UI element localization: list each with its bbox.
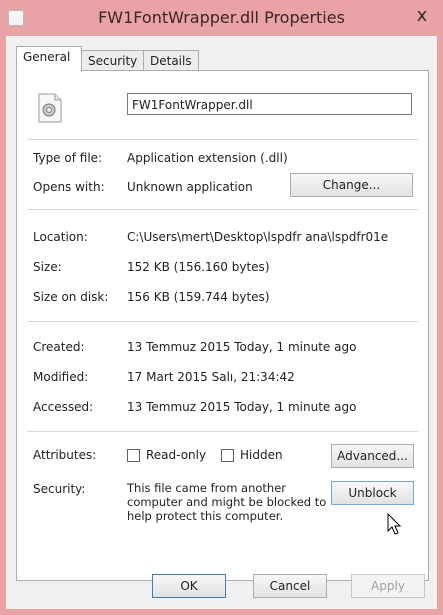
general-panel: FW1FontWrapper.dll Type of file: Applica… (16, 70, 429, 581)
dialog-frame: General Security Details FW1FontWrapper.… (6, 36, 437, 609)
modified-label: Modified: (33, 370, 89, 384)
separator (27, 321, 418, 322)
accessed-value: 13 Temmuz 2015 Today, 1 minute ago (127, 400, 357, 414)
change-button[interactable]: Change... (290, 173, 413, 197)
ok-button[interactable]: OK (152, 574, 226, 598)
readonly-label[interactable]: Read-only (146, 448, 206, 462)
opens-with-value: Unknown application (127, 180, 253, 194)
filename-field[interactable]: FW1FontWrapper.dll (127, 93, 412, 115)
close-icon[interactable]: x (407, 3, 437, 29)
separator (27, 139, 418, 140)
security-text-line-3: help protect this computer. (127, 509, 284, 523)
created-label: Created: (33, 340, 85, 354)
tab-details[interactable]: Details (143, 50, 199, 71)
tab-general[interactable]: General (16, 46, 82, 72)
type-value: Application extension (.dll) (127, 151, 288, 165)
security-text-line-1: This file came from another (127, 481, 287, 495)
tab-security[interactable]: Security (81, 50, 145, 71)
dll-file-icon (38, 93, 62, 123)
modified-value: 17 Mart 2015 Salı, 21:34:42 (127, 370, 295, 384)
size-label: Size: (33, 260, 62, 274)
accessed-label: Accessed: (33, 400, 94, 414)
size-on-disk-label: Size on disk: (33, 290, 109, 304)
security-label: Security: (33, 482, 86, 496)
size-on-disk-value: 156 KB (159.744 bytes) (127, 290, 270, 304)
type-label: Type of file: (33, 151, 103, 165)
separator (27, 431, 418, 432)
unblock-button[interactable]: Unblock (331, 481, 414, 505)
cancel-button[interactable]: Cancel (253, 574, 327, 598)
window-title: FW1FontWrapper.dll Properties (98, 8, 345, 27)
advanced-button[interactable]: Advanced... (331, 444, 414, 468)
mouse-pointer-icon (387, 513, 402, 535)
apply-button[interactable]: Apply (351, 574, 425, 598)
opens-with-label: Opens with: (33, 180, 105, 194)
location-label: Location: (33, 230, 88, 244)
created-value: 13 Temmuz 2015 Today, 1 minute ago (127, 340, 357, 354)
readonly-checkbox[interactable] (127, 449, 140, 462)
security-text-line-2: computer and might be blocked to (127, 495, 327, 509)
title-bar: FW1FontWrapper.dll Properties x (0, 0, 443, 36)
separator (27, 209, 418, 210)
location-value: C:\Users\mert\Desktop\lspdfr ana\lspdfr0… (127, 230, 389, 244)
hidden-label[interactable]: Hidden (240, 448, 283, 462)
size-value: 152 KB (156.160 bytes) (127, 260, 270, 274)
attributes-label: Attributes: (33, 448, 97, 462)
hidden-checkbox[interactable] (221, 449, 234, 462)
